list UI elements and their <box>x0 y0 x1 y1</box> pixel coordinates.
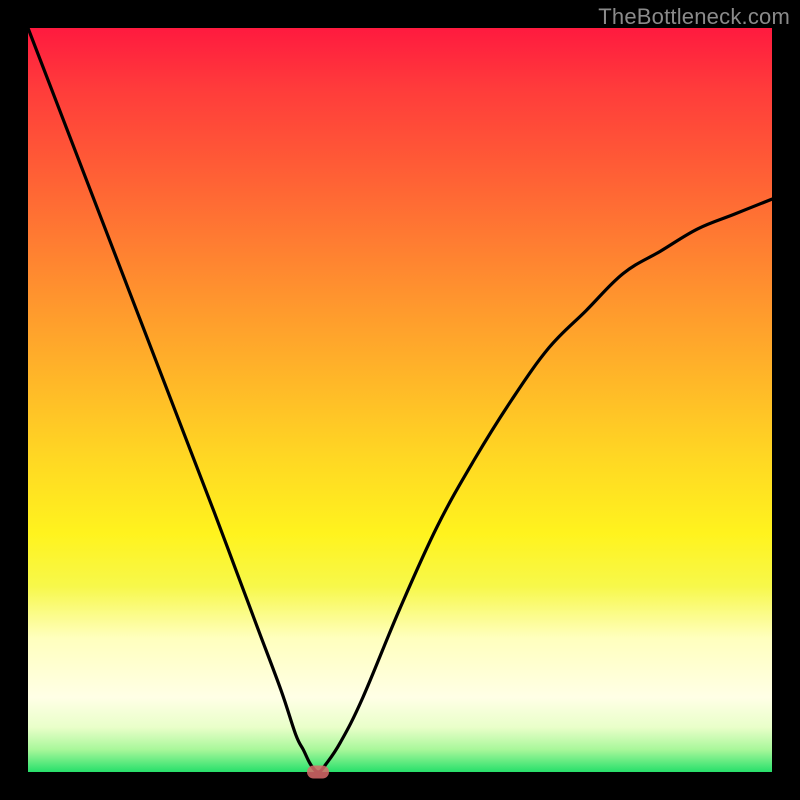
plot-area <box>28 28 772 772</box>
watermark-text: TheBottleneck.com <box>598 4 790 30</box>
curve-svg <box>28 28 772 772</box>
bottleneck-curve-path <box>28 28 772 772</box>
chart-frame: TheBottleneck.com <box>0 0 800 800</box>
optimum-marker <box>307 766 329 779</box>
